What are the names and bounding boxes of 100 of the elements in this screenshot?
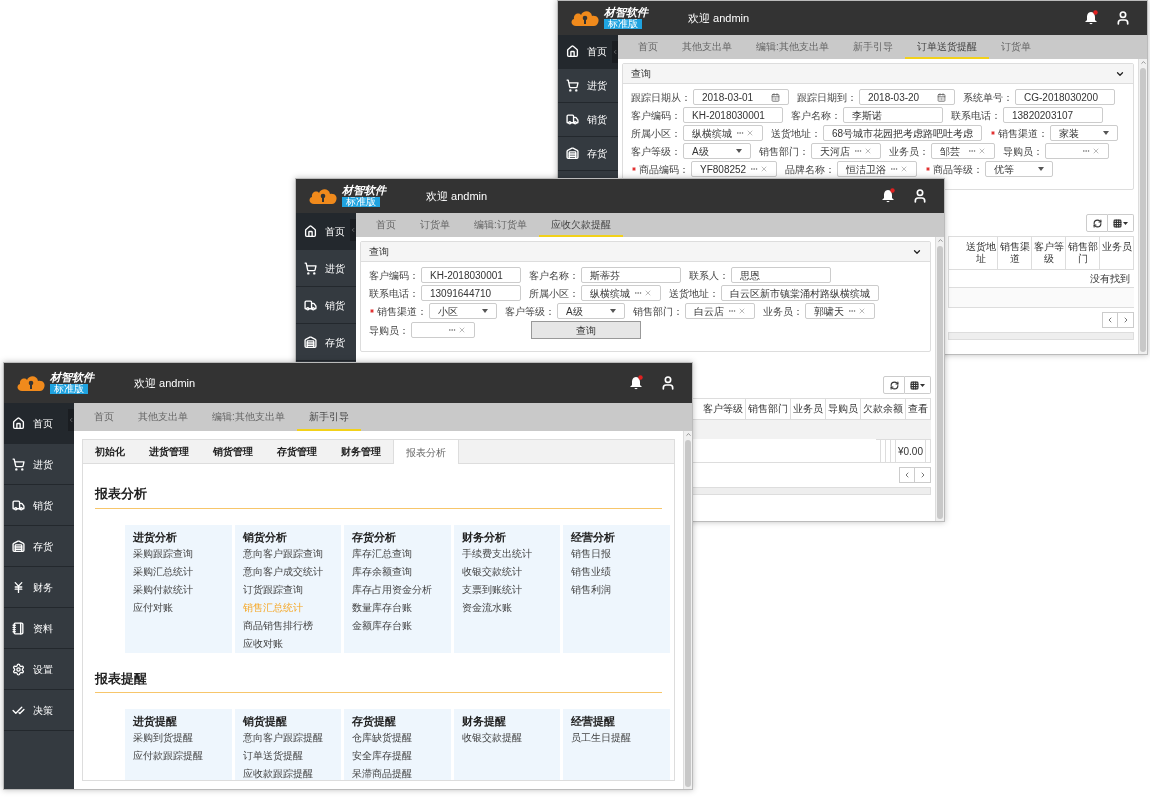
vertical-scrollbar[interactable] [1138, 59, 1147, 354]
report-link[interactable]: 金额库存台账 [352, 616, 443, 635]
collapse-handle[interactable] [612, 41, 618, 63]
more-icon[interactable] [968, 147, 976, 155]
columns-button[interactable] [905, 376, 931, 394]
tab[interactable]: 其他支出单 [126, 403, 200, 431]
picker-field[interactable] [1045, 143, 1109, 159]
picker-field[interactable]: YF808252 [691, 161, 778, 177]
report-link[interactable]: 库存汇总查询 [352, 544, 443, 563]
report-tab[interactable]: 报表分析 [393, 440, 459, 464]
report-link[interactable]: 订货跟踪查询 [242, 580, 334, 599]
report-link[interactable]: 销售日报 [571, 544, 662, 563]
tab[interactable]: 首页 [82, 403, 126, 431]
sidebar-item[interactable]: 首页 [296, 213, 356, 250]
picker-field[interactable]: 白云店 [685, 303, 755, 319]
clear-icon[interactable] [978, 147, 986, 155]
clear-icon[interactable] [900, 165, 909, 173]
tab[interactable]: 编辑:订货单 [462, 213, 539, 237]
text-field[interactable]: CG-2018030200 [1015, 89, 1115, 105]
calendar-icon[interactable] [771, 92, 780, 102]
more-icon[interactable] [448, 326, 456, 334]
report-tab[interactable]: 存货管理 [265, 440, 329, 463]
text-field[interactable]: KH-2018030001 [421, 267, 521, 283]
report-link[interactable]: 库存余额查询 [352, 562, 443, 581]
user-icon[interactable] [1115, 10, 1131, 26]
text-field[interactable]: KH-2018030001 [683, 107, 783, 123]
bell-icon[interactable] [628, 375, 644, 391]
tab[interactable]: 其他支出单 [670, 35, 744, 59]
picker-field[interactable]: 邹芸 [931, 143, 995, 159]
picker-field[interactable]: 天河店 [811, 143, 881, 159]
vertical-scrollbar[interactable] [935, 237, 944, 521]
report-link[interactable]: 意向客户成交统计 [242, 562, 334, 581]
tab[interactable]: 订单送货提醒 [904, 35, 989, 59]
columns-button[interactable] [1108, 214, 1134, 232]
report-link[interactable]: 应付对账 [133, 598, 224, 617]
more-icon[interactable] [750, 165, 759, 173]
refresh-button[interactable] [1086, 214, 1108, 232]
text-field[interactable]: 13091644710 [421, 285, 521, 301]
report-link[interactable]: 应收款跟踪提醒 [242, 765, 334, 780]
picker-field[interactable]: 恒洁卫浴 [837, 161, 918, 177]
tab[interactable]: 订货单 [408, 213, 462, 237]
more-icon[interactable] [854, 147, 862, 155]
tab[interactable]: 订货单 [988, 35, 1043, 59]
text-field[interactable]: 斯蒂芬 [581, 267, 681, 283]
picker-field[interactable] [411, 322, 475, 338]
tab[interactable]: 新手引导 [296, 403, 361, 431]
more-icon[interactable] [848, 307, 856, 315]
scroll-up-icon[interactable] [1139, 59, 1147, 66]
report-link[interactable]: 订单送货提醒 [242, 747, 334, 765]
prev-page-button[interactable] [1102, 312, 1118, 328]
next-page-button[interactable] [915, 467, 931, 483]
report-link[interactable]: 意向客户跟踪提醒 [242, 729, 334, 747]
collapse-handle[interactable] [68, 409, 74, 431]
select-field[interactable]: A级 [683, 143, 751, 159]
more-icon[interactable] [890, 165, 899, 173]
report-link[interactable]: 呆滞商品提醒 [352, 765, 443, 780]
picker-field[interactable]: 纵横缤城 [581, 285, 661, 301]
text-field[interactable]: 68号城市花园把考虑路吧吐考虑 [823, 125, 983, 141]
horizontal-scrollbar[interactable] [948, 332, 1134, 340]
prev-page-button[interactable] [899, 467, 915, 483]
user-icon[interactable] [912, 188, 928, 204]
text-field[interactable]: 李斯诺 [843, 107, 943, 123]
report-link[interactable]: 采购到货提醒 [133, 729, 224, 747]
bell-icon[interactable] [1083, 10, 1099, 26]
tab[interactable]: 应收欠款提醒 [538, 213, 623, 237]
tab[interactable]: 编辑:其他支出单 [744, 35, 841, 59]
horizontal-scrollbar[interactable] [691, 487, 931, 495]
user-icon[interactable] [660, 375, 676, 391]
clear-icon[interactable] [1092, 147, 1100, 155]
collapse-handle[interactable] [350, 219, 356, 241]
column-header[interactable]: 业务员 [1100, 237, 1134, 269]
vertical-scrollbar[interactable] [683, 431, 692, 789]
scroll-up-icon[interactable] [936, 237, 944, 244]
column-header[interactable]: 业务员 [791, 399, 826, 419]
column-header[interactable]: 欠款余额 [861, 399, 906, 419]
date-field[interactable]: 2018-03-01 [693, 89, 789, 105]
report-tab[interactable]: 销货管理 [201, 440, 265, 463]
clear-icon[interactable] [738, 307, 746, 315]
column-header[interactable]: 销售渠道 [998, 237, 1032, 269]
column-header[interactable]: 客户等级 [1032, 237, 1066, 269]
report-link[interactable]: 商品销售排行榜 [242, 616, 334, 635]
tab[interactable]: 首页 [364, 213, 408, 237]
report-link[interactable]: 数量库存台账 [352, 598, 443, 617]
tab[interactable]: 首页 [626, 35, 670, 59]
more-icon[interactable] [634, 289, 642, 297]
report-tab[interactable]: 财务管理 [329, 440, 393, 463]
report-link[interactable]: 采购跟踪查询 [133, 544, 224, 563]
select-field[interactable]: 小区 [429, 303, 497, 319]
report-link[interactable]: 安全库存提醒 [352, 747, 443, 765]
clear-icon[interactable] [760, 165, 769, 173]
refresh-button[interactable] [883, 376, 905, 394]
report-link[interactable]: 资金流水账 [461, 598, 553, 617]
column-header[interactable]: 销售部门 [1066, 237, 1100, 269]
report-link[interactable]: 收银交款统计 [461, 562, 553, 581]
report-link[interactable]: 手续费支出统计 [461, 544, 553, 563]
report-tab[interactable]: 初始化 [83, 440, 137, 463]
select-field[interactable]: 家装 [1050, 125, 1119, 141]
report-link[interactable]: 收银交款提醒 [461, 729, 553, 747]
picker-field[interactable]: 郭啸天 [805, 303, 875, 319]
text-field[interactable]: 思恩 [731, 267, 831, 283]
